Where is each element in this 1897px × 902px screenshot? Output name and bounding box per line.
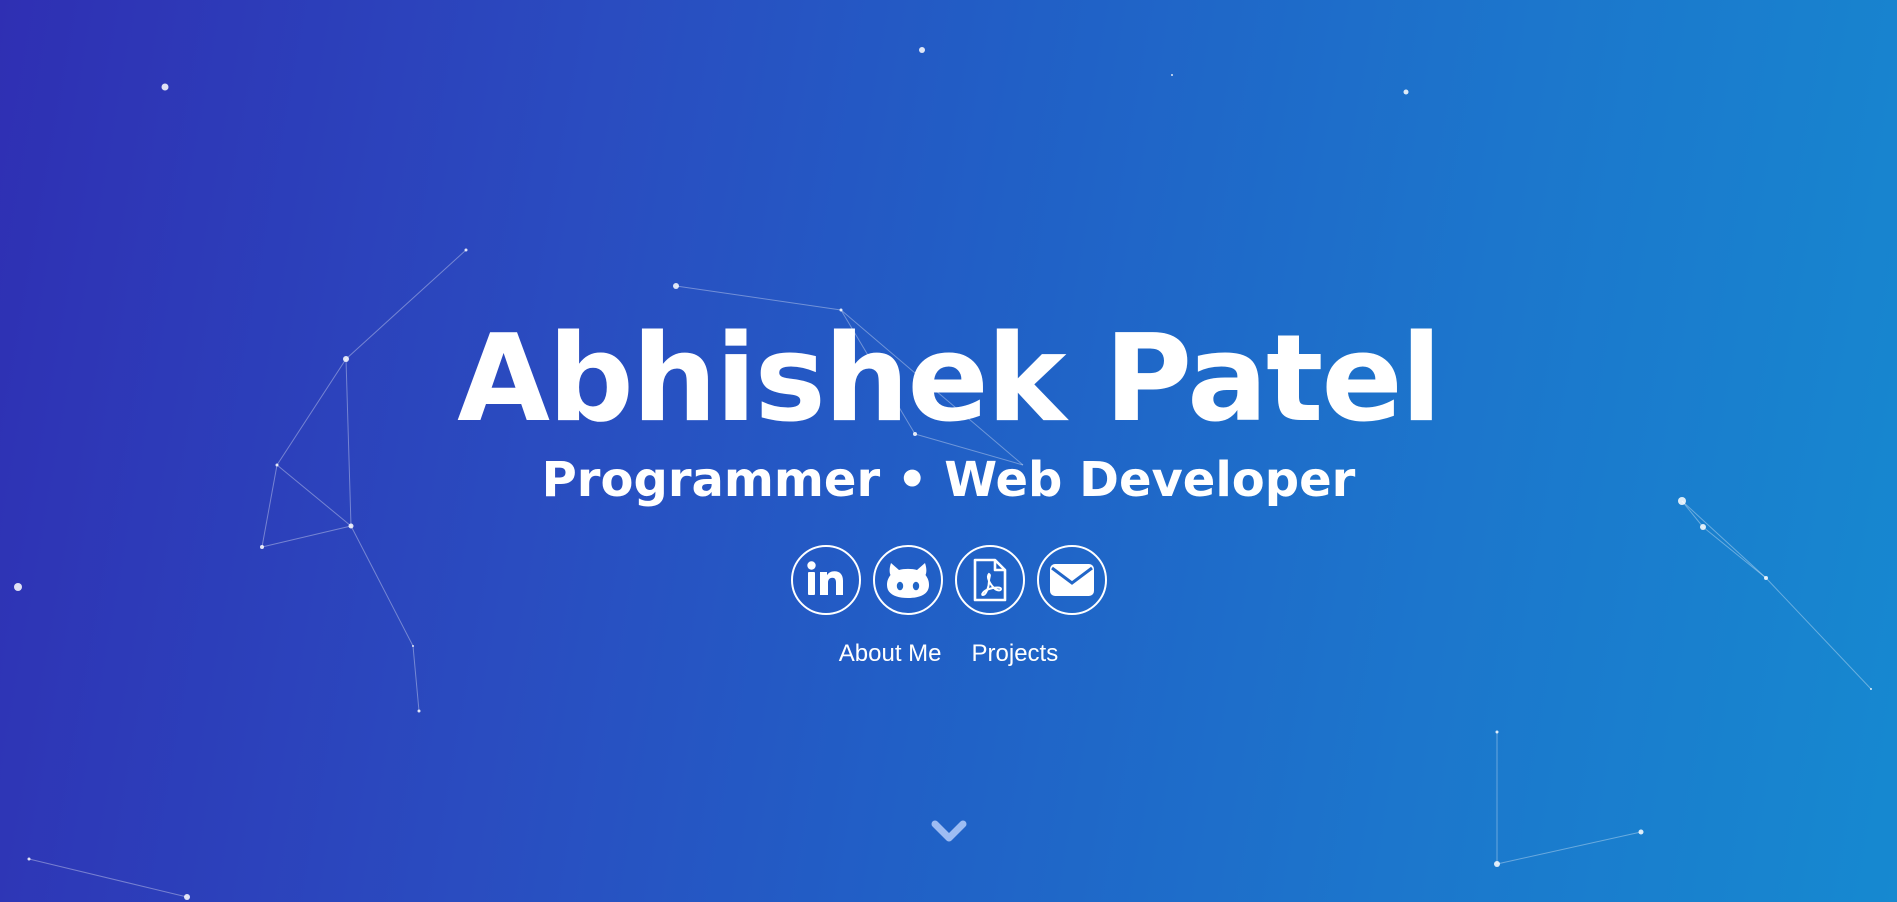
email-button[interactable] [1036, 545, 1107, 615]
social-links [0, 545, 1897, 615]
hero-name: Abhishek Patel [457, 310, 1442, 449]
github-icon [886, 563, 929, 598]
linkedin-icon [806, 561, 843, 595]
pdf-icon [973, 558, 1006, 602]
about-me-link[interactable]: About Me [839, 638, 942, 670]
github-button[interactable] [872, 545, 943, 615]
projects-link[interactable]: Projects [972, 638, 1059, 670]
chevron-down-icon[interactable] [929, 818, 969, 846]
hero-subtitle: Programmer • Web Developer [541, 452, 1356, 508]
hero-nav: About Me Projects [0, 638, 1897, 670]
resume-pdf-button[interactable] [954, 545, 1025, 615]
mail-icon [1049, 564, 1094, 596]
hero-section: Abhishek Patel Programmer • Web Develope… [0, 0, 1897, 902]
linkedin-button[interactable] [790, 545, 861, 615]
